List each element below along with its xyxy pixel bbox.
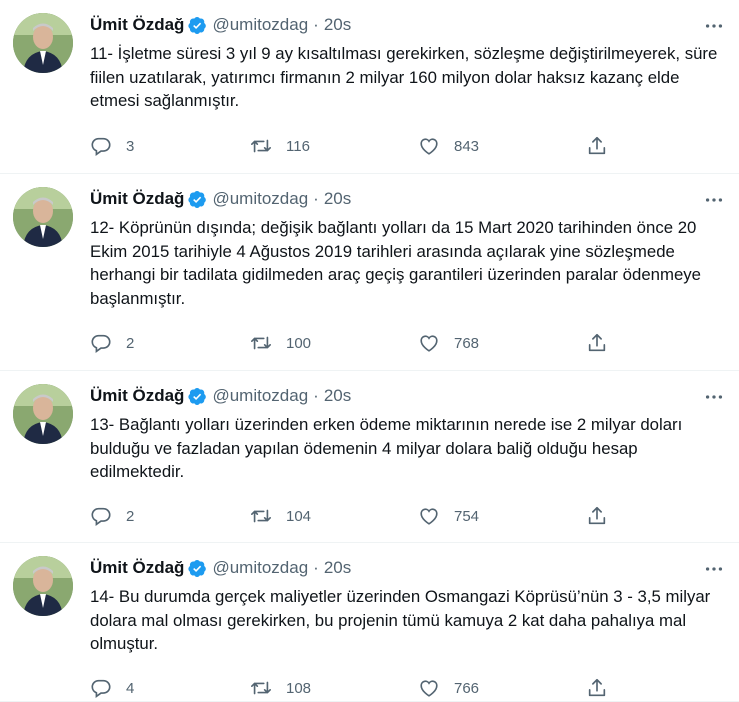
share-icon [588, 136, 606, 155]
retweet-icon [251, 139, 271, 153]
like-icon [420, 508, 438, 525]
share-button[interactable] [586, 677, 616, 699]
retweet-count: 104 [286, 507, 312, 525]
reply-count: 3 [126, 137, 135, 155]
retweet-icon [251, 509, 271, 523]
reply-button[interactable]: 2 [90, 505, 250, 527]
retweet-button[interactable]: 104 [250, 505, 418, 527]
reply-icon [91, 679, 111, 698]
tweet-text: 12- Köprünün dışında; değişik bağlantı y… [90, 218, 702, 308]
share-icon [588, 678, 606, 697]
like-count: 754 [454, 507, 480, 525]
avatar[interactable] [13, 384, 73, 444]
reply-icon [91, 334, 111, 353]
reply-icon [91, 507, 111, 526]
action-bar: 2 100 768 [90, 332, 616, 354]
separator-dot: · [313, 189, 319, 208]
verified-badge-icon [188, 190, 207, 208]
tweet-text: 13- Bağlantı yolları üzerinden erken öde… [90, 415, 683, 481]
tweet-4[interactable]: Ümit Özdağ @umitozdag · 20s 14- Bu durum… [0, 543, 739, 702]
like-icon [420, 680, 438, 697]
author-name[interactable]: Ümit Özdağ [90, 189, 184, 209]
tweet-text: 14- Bu durumda gerçek maliyetler üzerind… [90, 587, 711, 653]
reply-button[interactable]: 2 [90, 332, 250, 354]
like-icon [420, 138, 438, 155]
tweet-3[interactable]: Ümit Özdağ @umitozdag · 20s 13- Bağlantı… [0, 371, 739, 543]
like-count: 768 [454, 334, 480, 352]
retweet-icon [251, 336, 271, 350]
author-handle[interactable]: @umitozdag [212, 558, 308, 578]
author-name[interactable]: Ümit Özdağ [90, 15, 184, 35]
avatar[interactable] [13, 187, 73, 247]
like-count: 766 [454, 679, 480, 697]
action-bar: 2 104 754 [90, 505, 616, 527]
like-count: 843 [454, 137, 480, 155]
retweet-count: 100 [286, 334, 312, 352]
avatar[interactable] [13, 13, 73, 73]
share-button[interactable] [586, 332, 616, 354]
more-options-icon[interactable] [703, 558, 725, 580]
author-name[interactable]: Ümit Özdağ [90, 558, 184, 578]
reply-count: 4 [126, 679, 135, 697]
author-handle[interactable]: @umitozdag [212, 189, 308, 209]
like-button[interactable]: 843 [418, 135, 586, 157]
retweet-count: 108 [286, 679, 312, 697]
separator-dot: · [313, 386, 319, 405]
tweet-2[interactable]: Ümit Özdağ @umitozdag · 20s 12- Köprünün… [0, 174, 739, 371]
author-handle[interactable]: @umitozdag [212, 15, 308, 35]
like-button[interactable]: 754 [418, 505, 586, 527]
avatar[interactable] [13, 556, 73, 616]
separator-dot: · [313, 15, 319, 34]
share-button[interactable] [586, 135, 616, 157]
reply-button[interactable]: 3 [90, 135, 250, 157]
timestamp[interactable]: 20s [324, 386, 351, 406]
retweet-button[interactable]: 108 [250, 677, 418, 699]
verified-badge-icon [188, 559, 207, 577]
more-options-icon[interactable] [703, 15, 725, 37]
retweet-count: 116 [286, 137, 310, 155]
separator-dot: · [313, 558, 319, 577]
reply-icon [91, 137, 111, 156]
like-icon [420, 335, 438, 352]
tweet-1[interactable]: Ümit Özdağ @umitozdag · 20s 11- İşletme … [0, 0, 739, 174]
share-button[interactable] [586, 505, 616, 527]
timestamp[interactable]: 20s [324, 189, 351, 209]
retweet-icon [251, 681, 271, 695]
more-options-icon[interactable] [703, 189, 725, 211]
reply-count: 2 [126, 507, 135, 525]
reply-button[interactable]: 4 [90, 677, 250, 699]
reply-count: 2 [126, 334, 135, 352]
more-options-icon[interactable] [703, 386, 725, 408]
action-bar: 3 116 843 [90, 135, 616, 157]
share-icon [588, 506, 606, 525]
timestamp[interactable]: 20s [324, 15, 351, 35]
author-name[interactable]: Ümit Özdağ [90, 386, 184, 406]
timestamp[interactable]: 20s [324, 558, 351, 578]
action-bar: 4 108 766 [90, 677, 616, 699]
verified-badge-icon [188, 16, 207, 34]
share-icon [588, 333, 606, 352]
retweet-button[interactable]: 116 [250, 135, 418, 157]
retweet-button[interactable]: 100 [250, 332, 418, 354]
tweet-text: 11- İşletme süresi 3 yıl 9 ay kısaltılma… [90, 44, 718, 110]
author-handle[interactable]: @umitozdag [212, 386, 308, 406]
verified-badge-icon [188, 387, 207, 405]
like-button[interactable]: 766 [418, 677, 586, 699]
like-button[interactable]: 768 [418, 332, 586, 354]
